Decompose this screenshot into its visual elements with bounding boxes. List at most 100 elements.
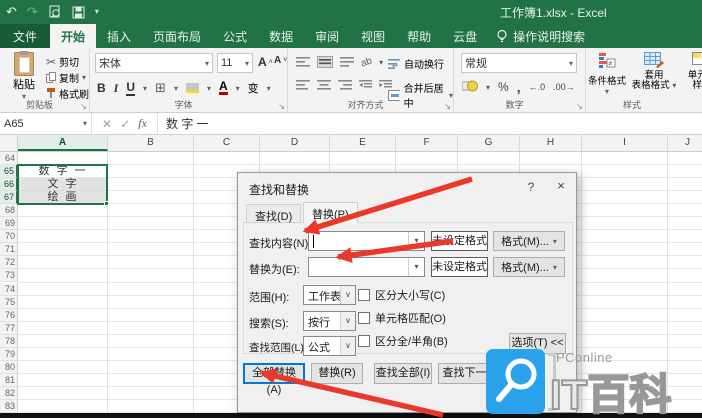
align-bottom-icon[interactable] [340,57,354,67]
ribbon-tab[interactable]: 开始 [50,24,96,48]
column-header[interactable]: D [260,135,330,151]
dialog-button[interactable]: 查找全部(I) [374,363,432,384]
column-header[interactable]: F [396,135,458,151]
comma-style-button[interactable]: , [517,79,521,95]
row-header[interactable]: 82 [0,387,18,400]
qat-customize-icon[interactable]: ▾ [95,4,99,20]
column-header[interactable]: G [458,135,520,151]
row-header[interactable]: 71 [0,243,18,256]
fill-color-icon[interactable] [186,83,199,93]
tell-me-search[interactable]: 操作说明搜索 [488,24,593,48]
find-what-input[interactable]: ▾ [308,231,425,251]
borders-icon[interactable]: ⊞ [155,80,166,96]
tab-file[interactable]: 文件 [0,24,50,48]
dialog-help-button[interactable]: ? [522,180,540,194]
name-box-dropdown-icon[interactable]: ▾ [83,119,87,128]
checkbox-row[interactable]: 区分大小写(C) [358,287,445,303]
row-header[interactable]: 67 [0,191,18,204]
checkbox[interactable] [358,289,370,301]
redo-icon[interactable]: ↷ [27,4,38,20]
ribbon-tab[interactable]: 视图 [350,24,396,48]
copy-button[interactable]: 复制▾ [46,70,86,85]
italic-button[interactable]: I [114,81,119,96]
checkbox[interactable] [358,312,370,324]
decrease-indent-icon[interactable] [359,80,372,90]
row-header[interactable]: 74 [0,283,18,296]
insert-function-icon[interactable]: fx [138,116,147,131]
align-middle-icon[interactable] [317,56,333,68]
column-header[interactable]: A [18,135,108,151]
print-preview-icon[interactable] [48,5,62,19]
row-header[interactable]: 66 [0,178,18,191]
accounting-format-icon[interactable] [462,80,478,95]
row-header[interactable]: 64 [0,152,18,165]
find-dropdown-icon[interactable]: ▾ [408,232,424,250]
shrink-font-button[interactable]: A˅ [274,55,287,66]
checkbox-row[interactable]: 单元格匹配(O) [358,310,446,326]
number-launcher-icon[interactable]: ↘ [576,102,583,111]
row-header[interactable]: 81 [0,374,18,387]
row-header[interactable]: 75 [0,296,18,309]
checkbox-row[interactable]: 区分全/半角(B) [358,333,448,349]
align-center-icon[interactable] [317,80,331,90]
row-header[interactable]: 73 [0,269,18,282]
cell-styles-button[interactable]: 单元格样式 [682,52,702,91]
ribbon-tab[interactable]: 云盘 [442,24,488,48]
row-header[interactable]: 83 [0,400,18,413]
column-header[interactable]: H [520,135,582,151]
dialog-close-button[interactable]: × [550,178,572,193]
row-header[interactable]: 77 [0,322,18,335]
search-combo[interactable]: 按行∨ [303,311,356,331]
column-header[interactable]: B [108,135,194,151]
phonetic-button[interactable]: 变 [248,80,259,96]
formula-input[interactable]: 数 字 一 [158,113,702,134]
ribbon-tab[interactable]: 插入 [96,24,142,48]
align-right-icon[interactable] [338,80,352,90]
align-top-icon[interactable] [296,57,310,67]
conditional-formatting-button[interactable]: ≠ 条件格式 ▾ [588,52,626,96]
replace-with-input[interactable]: ▾ [308,257,425,277]
clipboard-launcher-icon[interactable]: ↘ [80,102,87,111]
ribbon-tab[interactable]: 数据 [258,24,304,48]
row-header[interactable]: 72 [0,256,18,269]
dialog-button[interactable]: 全部替换(A) [243,363,305,384]
select-all-corner[interactable] [0,135,18,151]
replace-format-button[interactable]: 格式(M)...▾ [493,257,565,277]
increase-decimal-button[interactable]: ←.0 [529,82,546,92]
checkbox[interactable] [358,335,370,347]
enter-icon[interactable]: ✓ [120,117,130,131]
font-launcher-icon[interactable]: ↘ [278,102,285,111]
row-header[interactable]: 65 [0,165,18,178]
look-in-combo[interactable]: 公式∨ [303,336,356,356]
cut-button[interactable]: ✂剪切 [46,54,79,69]
wrap-text-button[interactable]: 自动换行 [388,56,444,71]
column-header[interactable]: I [582,135,668,151]
row-header[interactable]: 79 [0,348,18,361]
column-header[interactable]: E [330,135,396,151]
row-header[interactable]: 76 [0,309,18,322]
ribbon-tab[interactable]: 公式 [212,24,258,48]
name-box[interactable]: A65 ▾ [0,113,92,134]
ribbon-tab[interactable]: 审阅 [304,24,350,48]
find-format-button[interactable]: 格式(M)...▾ [493,231,565,251]
bold-button[interactable]: B [97,81,106,95]
alignment-launcher-icon[interactable]: ↘ [444,102,451,111]
ribbon-tab[interactable]: 帮助 [396,24,442,48]
format-as-table-button[interactable]: 套用表格格式 ▾ [630,52,678,91]
fill-handle[interactable] [104,201,109,206]
save-icon[interactable] [72,6,85,19]
grow-font-button[interactable]: A˄ [258,55,273,69]
font-size-combo[interactable]: 11▾ [217,53,253,73]
underline-dropdown[interactable]: ▾ [143,84,147,93]
underline-button[interactable]: U [126,80,135,96]
column-header[interactable]: J [668,135,702,151]
row-header[interactable]: 70 [0,230,18,243]
cancel-icon[interactable]: ✕ [102,117,112,131]
number-format-combo[interactable]: 常规▾ [461,53,577,73]
dialog-button[interactable]: 替换(R) [311,363,363,384]
row-header[interactable]: 69 [0,217,18,230]
within-combo[interactable]: 工作表∨ [303,285,356,305]
paste-button[interactable]: 粘贴 ▾ [6,52,42,101]
align-left-icon[interactable] [296,80,310,90]
orientation-icon[interactable]: ab [359,55,373,69]
